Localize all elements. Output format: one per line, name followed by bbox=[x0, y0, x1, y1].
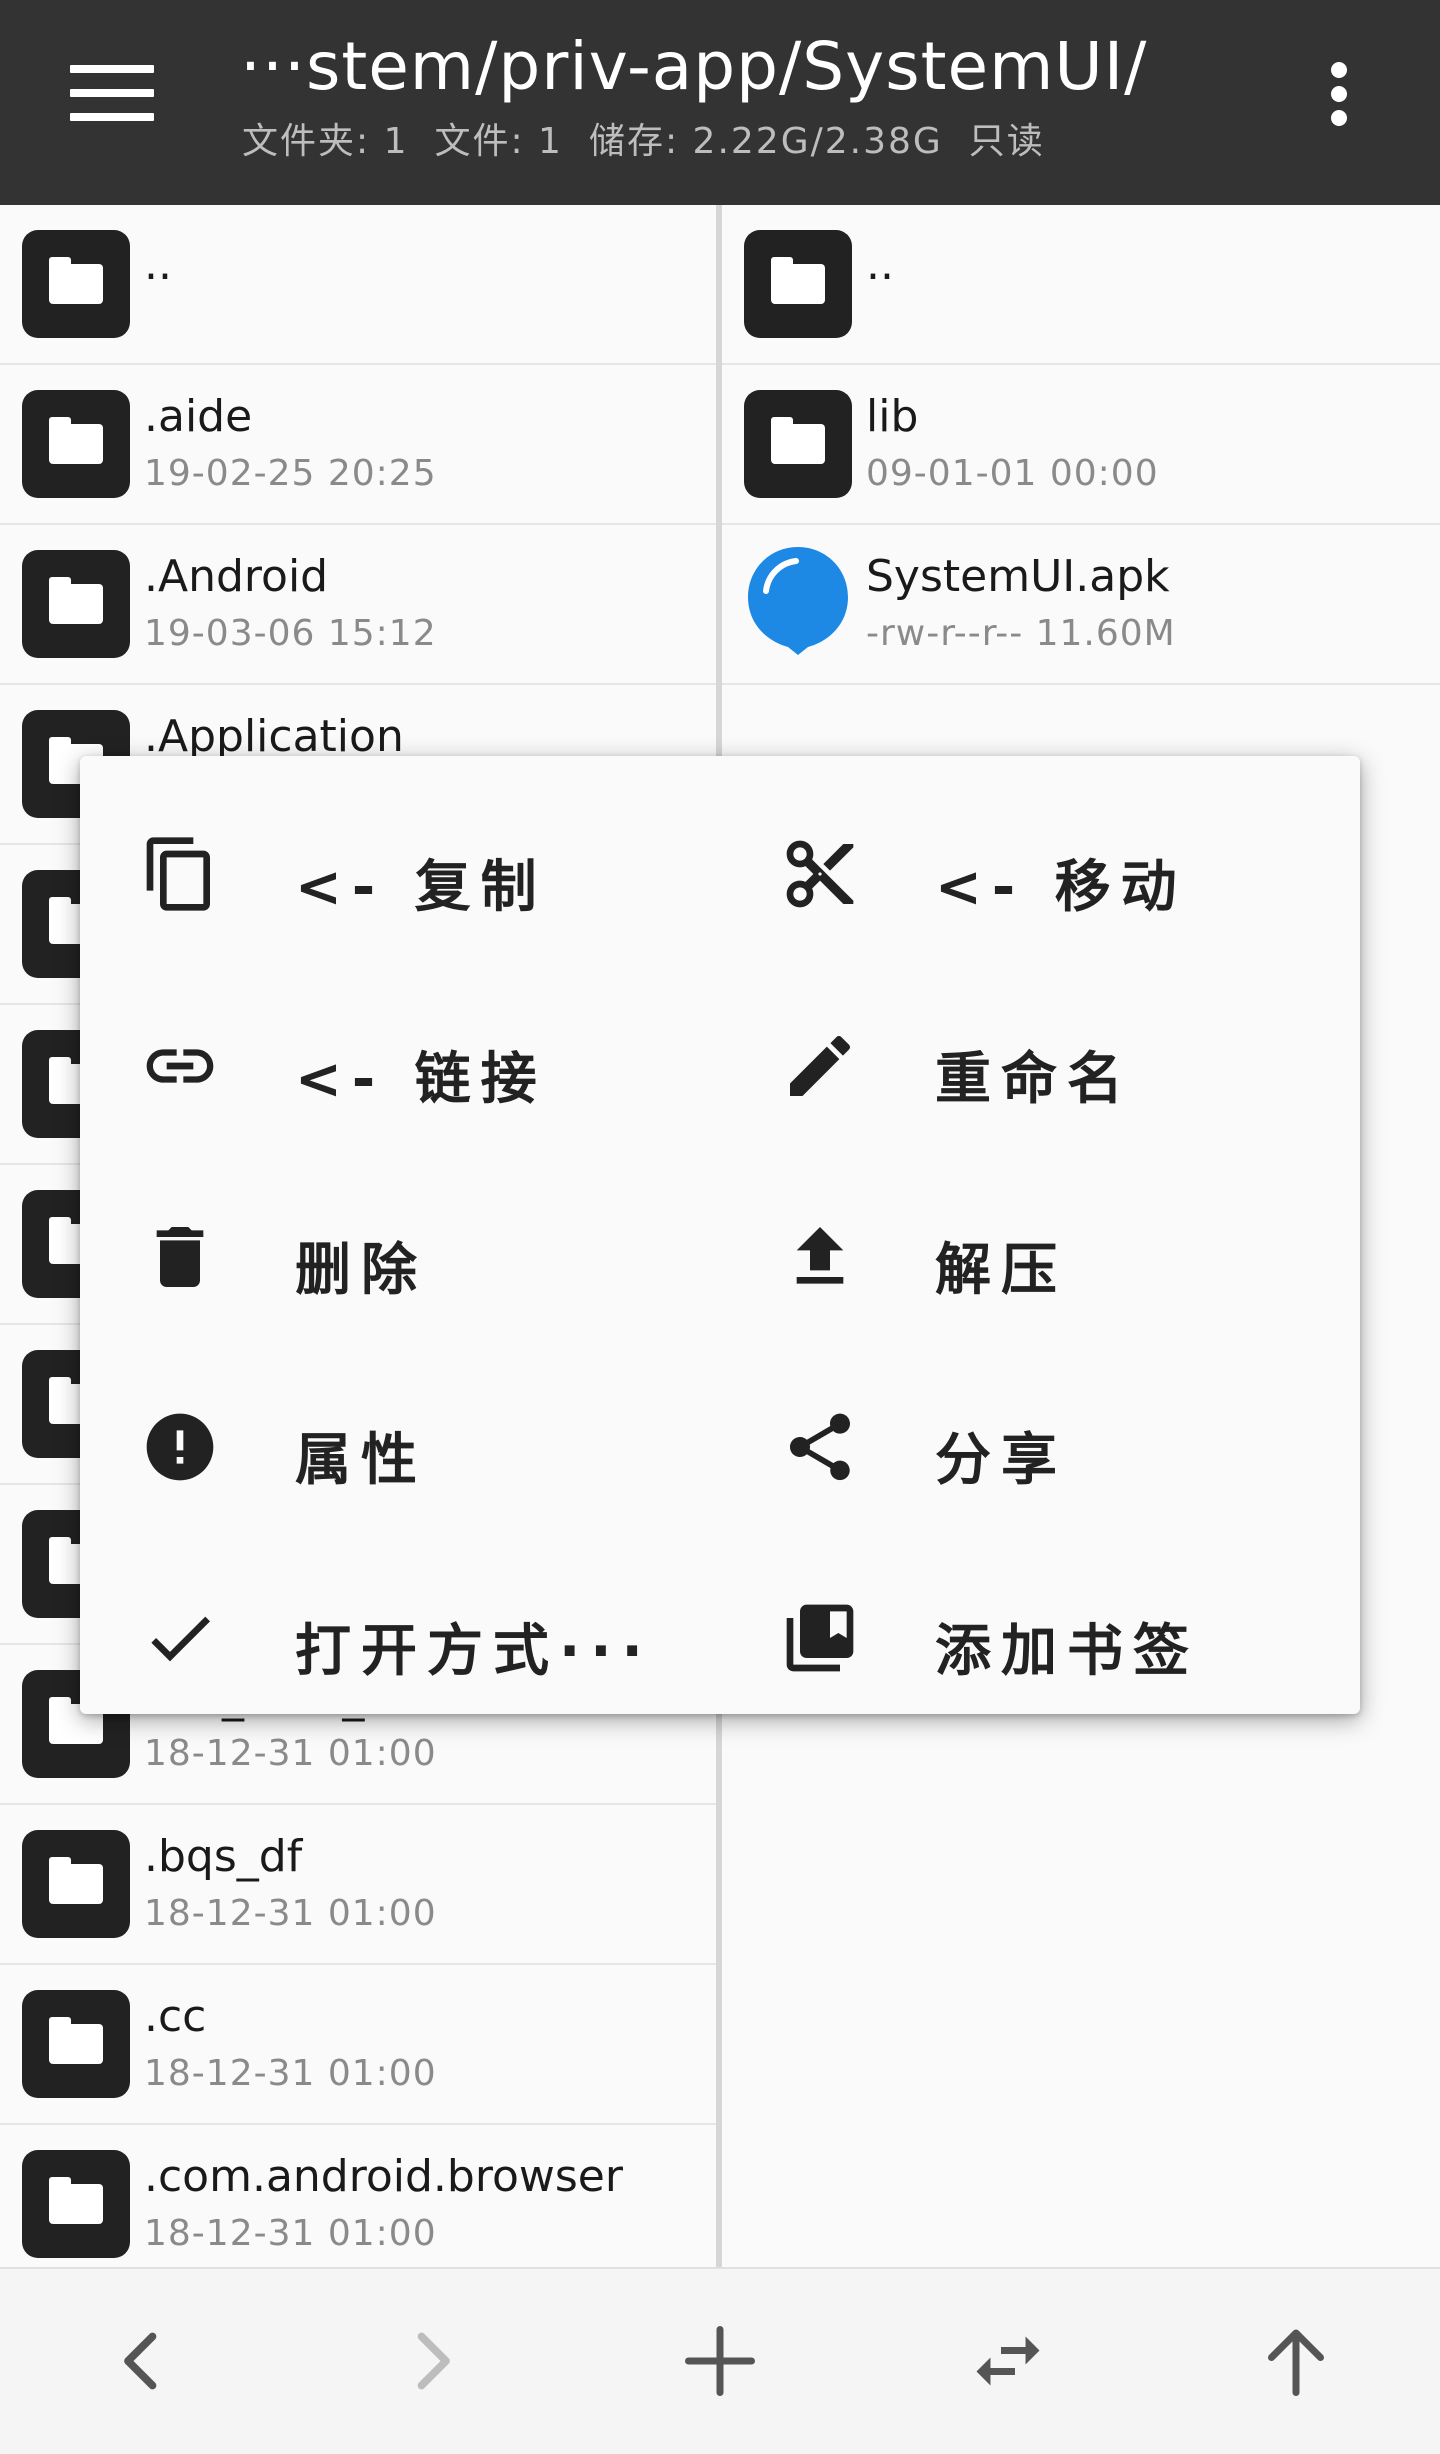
file-name: lib bbox=[866, 391, 919, 442]
file-date: 19-02-25 20:25 bbox=[144, 453, 437, 494]
menu-item-share[interactable]: 分享 bbox=[720, 1371, 1320, 1521]
upload-icon bbox=[796, 1227, 844, 1284]
menu-item-link[interactable]: <- 链接 bbox=[80, 990, 680, 1140]
scissors-icon bbox=[786, 840, 854, 908]
file-count: 文件: 1 bbox=[434, 121, 563, 162]
more-vert-icon[interactable] bbox=[1325, 62, 1353, 126]
folder-icon bbox=[744, 230, 852, 338]
link-icon bbox=[146, 1049, 214, 1083]
list-item-parent-dir[interactable]: .. bbox=[722, 205, 1440, 365]
file-name: .. bbox=[866, 239, 894, 290]
file-name: .bqs_df bbox=[144, 1831, 303, 1882]
file-name: .Application bbox=[144, 711, 404, 762]
menu-label: 解压 bbox=[935, 1238, 1067, 1303]
trash-icon bbox=[156, 1227, 204, 1287]
list-item[interactable]: .Android 19-03-06 15:12 bbox=[0, 525, 716, 685]
plus-icon[interactable] bbox=[678, 2319, 762, 2403]
folder-icon bbox=[22, 1990, 130, 2098]
file-name: .. bbox=[144, 239, 172, 290]
menu-item-extract[interactable]: 解压 bbox=[720, 1181, 1320, 1331]
folder-icon bbox=[22, 390, 130, 498]
current-path-title[interactable]: ···stem/priv-app/SystemUI/ bbox=[240, 28, 1147, 105]
folder-icon bbox=[22, 550, 130, 658]
file-permissions-size: -rw-r--r-- 11.60M bbox=[866, 613, 1176, 654]
menu-label: 删除 bbox=[295, 1238, 427, 1303]
file-name: .cc bbox=[144, 1991, 207, 2042]
folder-count: 文件夹: 1 bbox=[242, 121, 409, 162]
path-info: 文件夹: 1 文件: 1 储存: 2.22G/2.38G 只读 bbox=[242, 112, 1071, 164]
bottom-toolbar bbox=[0, 2267, 1440, 2454]
file-name: .com.android.browser bbox=[144, 2151, 623, 2202]
menu-item-bookmark[interactable]: 添加书签 bbox=[720, 1562, 1320, 1712]
menu-item-move[interactable]: <- 移动 bbox=[720, 798, 1320, 948]
folder-icon bbox=[22, 2150, 130, 2258]
arrow-up-icon[interactable] bbox=[1254, 2319, 1338, 2403]
menu-label: <- 复制 bbox=[295, 855, 547, 920]
list-item[interactable]: .com.android.browser 18-12-31 01:00 bbox=[0, 2125, 716, 2267]
menu-label: <- 移动 bbox=[935, 855, 1187, 920]
menu-item-copy[interactable]: <- 复制 bbox=[80, 798, 680, 948]
context-menu: <- 复制 <- 移动 <- 链接 重命名 删除 解压 属性 分享 打开方式··… bbox=[80, 756, 1360, 1714]
file-date: 19-03-06 15:12 bbox=[144, 613, 437, 654]
apk-app-icon bbox=[748, 547, 848, 655]
menu-label: <- 链接 bbox=[295, 1047, 547, 1112]
menu-label: 打开方式··· bbox=[295, 1619, 653, 1684]
list-item[interactable]: .cc 18-12-31 01:00 bbox=[0, 1965, 716, 2125]
hamburger-menu-icon[interactable] bbox=[70, 65, 154, 121]
list-item[interactable]: .bqs_df 18-12-31 01:00 bbox=[0, 1805, 716, 1965]
menu-item-rename[interactable]: 重命名 bbox=[720, 990, 1320, 1140]
file-date: 18-12-31 01:00 bbox=[144, 2213, 437, 2254]
check-icon bbox=[151, 1616, 210, 1662]
menu-item-delete[interactable]: 删除 bbox=[80, 1181, 680, 1331]
list-item-parent-dir[interactable]: .. bbox=[0, 205, 716, 365]
folder-icon bbox=[22, 230, 130, 338]
menu-label: 添加书签 bbox=[935, 1619, 1199, 1684]
file-name: SystemUI.apk bbox=[866, 551, 1170, 602]
copy-icon bbox=[146, 837, 210, 911]
file-name: .aide bbox=[144, 391, 253, 442]
folder-icon bbox=[744, 390, 852, 498]
file-date: 18-12-31 01:00 bbox=[144, 1733, 437, 1774]
bookmarks-icon bbox=[786, 1604, 854, 1672]
top-app-bar: ···stem/priv-app/SystemUI/ 文件夹: 1 文件: 1 储存… bbox=[0, 0, 1440, 205]
share-icon bbox=[790, 1413, 850, 1481]
file-name: .Android bbox=[144, 551, 329, 602]
chevron-left-icon[interactable] bbox=[100, 2319, 184, 2403]
folder-icon bbox=[22, 1830, 130, 1938]
pencil-icon bbox=[790, 1035, 851, 1096]
file-date: 18-12-31 01:00 bbox=[144, 1893, 437, 1934]
chevron-right-icon[interactable] bbox=[390, 2319, 474, 2403]
menu-label: 重命名 bbox=[935, 1047, 1133, 1112]
file-date: 18-12-31 01:00 bbox=[144, 2053, 437, 2094]
list-item[interactable]: SystemUI.apk -rw-r--r-- 11.60M bbox=[722, 525, 1440, 685]
menu-label: 属性 bbox=[295, 1428, 427, 1493]
menu-item-open-with[interactable]: 打开方式··· bbox=[80, 1562, 680, 1712]
list-item[interactable]: .aide 19-02-25 20:25 bbox=[0, 365, 716, 525]
storage-usage: 储存: 2.22G/2.38G bbox=[588, 121, 943, 162]
info-exclamation-icon bbox=[146, 1413, 214, 1481]
list-item[interactable]: lib 09-01-01 00:00 bbox=[722, 365, 1440, 525]
swap-icon[interactable] bbox=[966, 2319, 1050, 2403]
file-date: 09-01-01 00:00 bbox=[866, 453, 1159, 494]
mount-mode: 只读 bbox=[968, 121, 1045, 162]
menu-label: 分享 bbox=[935, 1428, 1067, 1493]
menu-item-properties[interactable]: 属性 bbox=[80, 1371, 680, 1521]
